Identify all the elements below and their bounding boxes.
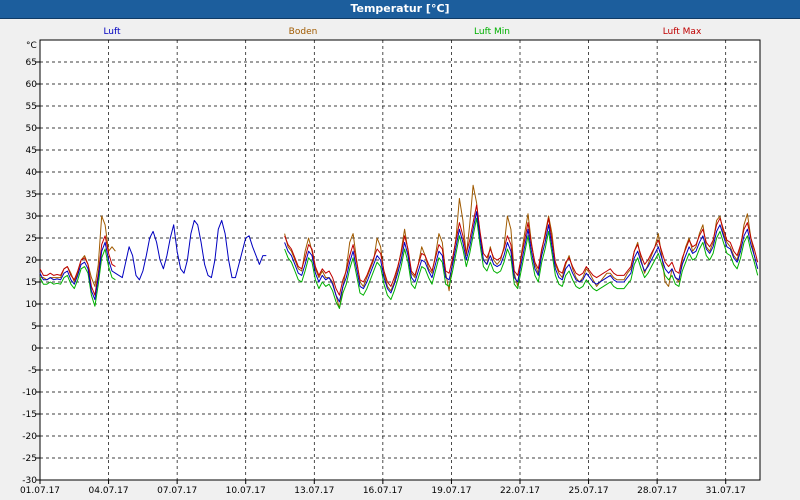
y-tick-label: 10	[26, 300, 38, 310]
y-tick-label: 30	[26, 212, 38, 222]
y-tick-label: -30	[22, 476, 37, 486]
y-tick-label: -15	[22, 410, 37, 420]
y-tick-label: 0	[31, 344, 37, 354]
x-tick-label: 19.07.17	[431, 486, 471, 496]
temperature-chart: 65605550454035302520151050-5-10-15-20-25…	[20, 27, 761, 496]
x-tick-label: 25.07.17	[569, 486, 609, 496]
y-tick-label: 65	[26, 58, 37, 68]
x-axis: 01.07.17 04.07.17 07.07.17 10.07.17 13.07.17…	[20, 480, 746, 496]
x-tick-label: 01.07.17	[20, 486, 60, 496]
y-tick-label: -20	[22, 432, 37, 442]
y-tick-label: 55	[26, 102, 37, 112]
y-tick-label: -25	[22, 454, 37, 464]
y-tick-label: 60	[26, 80, 38, 90]
y-tick-label: 15	[26, 278, 37, 288]
y-tick-label: -10	[22, 388, 37, 398]
x-tick-label: 31.07.17	[706, 486, 746, 496]
legend: Luft Boden Luft Min Luft Max	[103, 27, 702, 37]
x-tick-label: 04.07.17	[89, 486, 129, 496]
x-tick-label: 16.07.17	[363, 486, 403, 496]
x-tick-label: 13.07.17	[294, 486, 334, 496]
x-tick-label: 22.07.17	[500, 486, 540, 496]
legend-item: Luft	[103, 27, 121, 37]
y-axis-unit: °C	[26, 41, 37, 51]
y-tick-label: -5	[28, 366, 37, 376]
y-tick-label: 20	[26, 256, 38, 266]
legend-item: Luft Min	[474, 27, 510, 37]
legend-item: Boden	[289, 27, 318, 37]
chart-title: Temperatur [°C]	[0, 0, 800, 19]
y-tick-label: 50	[26, 124, 38, 134]
x-tick-label: 28.07.17	[637, 486, 677, 496]
x-tick-label: 07.07.17	[157, 486, 197, 496]
y-tick-label: 5	[31, 322, 37, 332]
legend-item: Luft Max	[663, 27, 702, 37]
grid	[40, 40, 760, 480]
y-tick-label: 35	[26, 190, 37, 200]
y-tick-label: 25	[26, 234, 37, 244]
y-axis: 65605550454035302520151050-5-10-15-20-25…	[22, 58, 40, 486]
x-tick-label: 10.07.17	[226, 486, 266, 496]
y-tick-label: 40	[26, 168, 38, 178]
y-tick-label: 45	[26, 146, 37, 156]
